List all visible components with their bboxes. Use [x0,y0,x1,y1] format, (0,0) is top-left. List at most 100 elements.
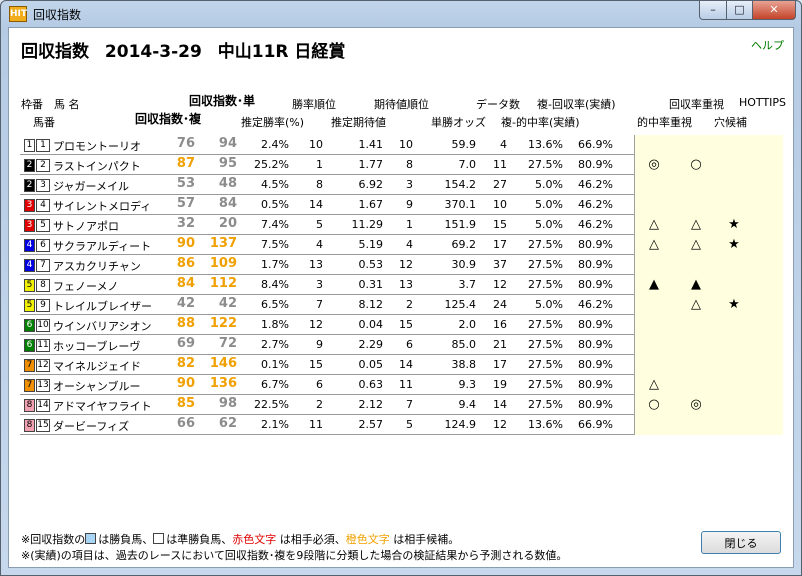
hit-rate: 27.5% [528,378,563,391]
table-row[interactable]: 7 12 マイネルジェイド 82 146 0.1% 15 0.05 14 38.8 17 27.5% 8… [20,355,634,375]
marks-row: ◎ ○ [634,155,783,175]
table-row[interactable]: 8 15 ダービーフィズ 66 62 2.1% 11 2.57 5 124.9 12 13.6% 66.… [20,415,634,435]
win-rank: 2 [316,398,323,411]
marks-row: ○ ◎ [634,395,783,415]
table-row[interactable]: 5 8 フェノーメノ 84 112 8.4% 3 0.31 13 3.7 12 27.5% 80.9% [20,275,634,295]
table-row[interactable]: 4 7 アスカクリチャン 86 109 1.7% 13 0.53 12 30.9 37 27.5% 80… [20,255,634,275]
recovery-rate: 66.9% [578,418,613,431]
est-ev: 0.53 [358,258,384,271]
odds: 3.7 [458,278,477,291]
table-row[interactable]: 8 14 アドマイヤフライト 85 98 22.5% 2 2.12 7 9.4 14 27.5% 80.… [20,395,634,415]
est-ev: 2.12 [358,398,384,411]
index-tan: 42 [176,296,195,311]
frame-number: 2 [24,179,35,192]
table-row[interactable]: 3 4 サイレントメロディ 57 84 0.5% 14 1.67 9 370.1 10 5.0% 46.… [20,195,634,215]
horse-number: 2 [36,159,50,172]
hit-priority-mark: △ [691,297,701,312]
index-tan: 90 [176,376,195,391]
index-fuku: 94 [218,136,237,151]
horse-name: フェノーメノ [53,280,119,293]
table-row[interactable]: 2 3 ジャガーメイル 53 48 4.5% 8 6.92 3 154.2 27 5.0% 46.2% [20,175,634,195]
frame-number: 5 [24,279,35,292]
horse-number: 9 [36,299,50,312]
horse-number: 13 [36,379,50,392]
est-ev: 0.63 [358,378,384,391]
horse-name: アスカクリチャン [53,260,141,273]
window-close-button[interactable]: ✕ [752,1,796,20]
header-data-count: データ数 [476,98,520,111]
table-row[interactable]: 4 6 サクラアルディート 90 137 7.5% 4 5.19 4 69.2 17 27.5% 80.… [20,235,634,255]
maximize-button[interactable]: □ [726,1,753,20]
odds: 9.3 [458,378,477,391]
recovery-rate: 80.9% [578,318,613,331]
header-win-rank: 勝率順位 [292,98,336,111]
odds: 30.9 [451,258,477,271]
header-waku-uma: 枠番 馬 名 [21,98,80,111]
index-fuku: 62 [218,416,237,431]
frame-number: 4 [24,239,35,252]
ev-rank: 3 [406,178,413,191]
data-count: 14 [493,398,507,411]
close-button[interactable]: 閉じる [701,531,781,554]
table-row[interactable]: 6 11 ホッコーブレーヴ 69 72 2.7% 9 2.29 6 85.0 21 27.5% 80.9… [20,335,634,355]
est-win-rate: 0.1% [261,358,289,371]
ev-rank: 10 [399,138,413,151]
marks-row [634,355,783,375]
hit-rate: 27.5% [528,358,563,371]
legend-orange-desc: は相手候補。 [389,533,460,546]
est-ev: 1.41 [358,138,384,151]
index-fuku: 122 [209,316,237,331]
table-row[interactable]: 5 9 トレイルブレイザー 42 42 6.5% 7 8.12 2 125.4 24 5.0% 46.2… [20,295,634,315]
title-bar[interactable]: HIT 回収指数 – □ ✕ [1,1,801,27]
ev-rank: 5 [406,418,413,431]
legend-line-1: ※回収指数の は勝負馬、 は準勝負馬、赤色文字 は相手必須、橙色文字 は相手候補。 [21,531,459,547]
horse-number: 8 [36,279,50,292]
minimize-button[interactable]: – [699,1,727,20]
white-box-icon [153,533,165,544]
hit-rate: 13.6% [528,138,563,151]
odds: 125.4 [444,298,477,311]
est-win-rate: 2.4% [261,138,289,151]
index-tan: 90 [176,236,195,251]
data-count: 21 [493,338,507,351]
index-tan: 84 [176,276,195,291]
horse-number: 6 [36,239,50,252]
index-fuku: 95 [218,156,237,171]
horse-number: 14 [36,399,50,412]
rate-priority-mark: △ [649,217,659,232]
recovery-rate: 80.9% [578,378,613,391]
table-row[interactable]: 7 13 オーシャンブルー 90 136 6.7% 6 0.63 11 9.3 19 27.5% 80.… [20,375,634,395]
win-rank: 1 [316,158,323,171]
data-count: 17 [493,358,507,371]
est-ev: 2.29 [358,338,384,351]
rate-priority-mark: ○ [648,397,660,412]
legend-white: は準勝負馬、 [166,533,233,546]
frame-number: 1 [24,139,35,152]
data-count: 16 [493,318,507,331]
frame-number: 8 [24,419,35,432]
table-row[interactable]: 2 2 ラストインパクト 87 95 25.2% 1 1.77 8 7.0 11 27.5% 80.9% [20,155,634,175]
data-count: 12 [493,278,507,291]
frame-number: 3 [24,199,35,212]
help-link[interactable]: ヘルプ [751,37,784,53]
horse-number: 4 [36,199,50,212]
table-row[interactable]: 6 10 ウインバリアシオン 88 122 1.8% 12 0.04 15 2.0 16 27.5% 8… [20,315,634,335]
ev-rank: 7 [406,398,413,411]
table-row[interactable]: 3 5 サトノアポロ 32 20 7.4% 5 11.29 1 151.9 15 5.0% 46.2% [20,215,634,235]
win-rank: 10 [309,138,323,151]
ev-rank: 9 [406,198,413,211]
est-ev: 0.04 [358,318,384,331]
frame-number: 6 [24,339,35,352]
dark-horse-mark: ★ [728,237,740,252]
marks-row [634,415,783,435]
table-row[interactable]: 1 1 プロモントーリオ 76 94 2.4% 10 1.41 10 59.9 4 13.6% 66.9… [20,135,634,155]
index-tan: 69 [176,336,195,351]
frame-number: 7 [24,359,35,372]
page-title: 回収指数 2014-3-29 中山11R 日経賞 [21,37,355,62]
frame-number: 4 [24,259,35,272]
win-rank: 4 [316,238,323,251]
est-win-rate: 4.5% [261,178,289,191]
horse-number: 10 [36,319,50,332]
hit-priority-mark: ▲ [691,277,701,292]
horse-number: 15 [36,419,50,432]
